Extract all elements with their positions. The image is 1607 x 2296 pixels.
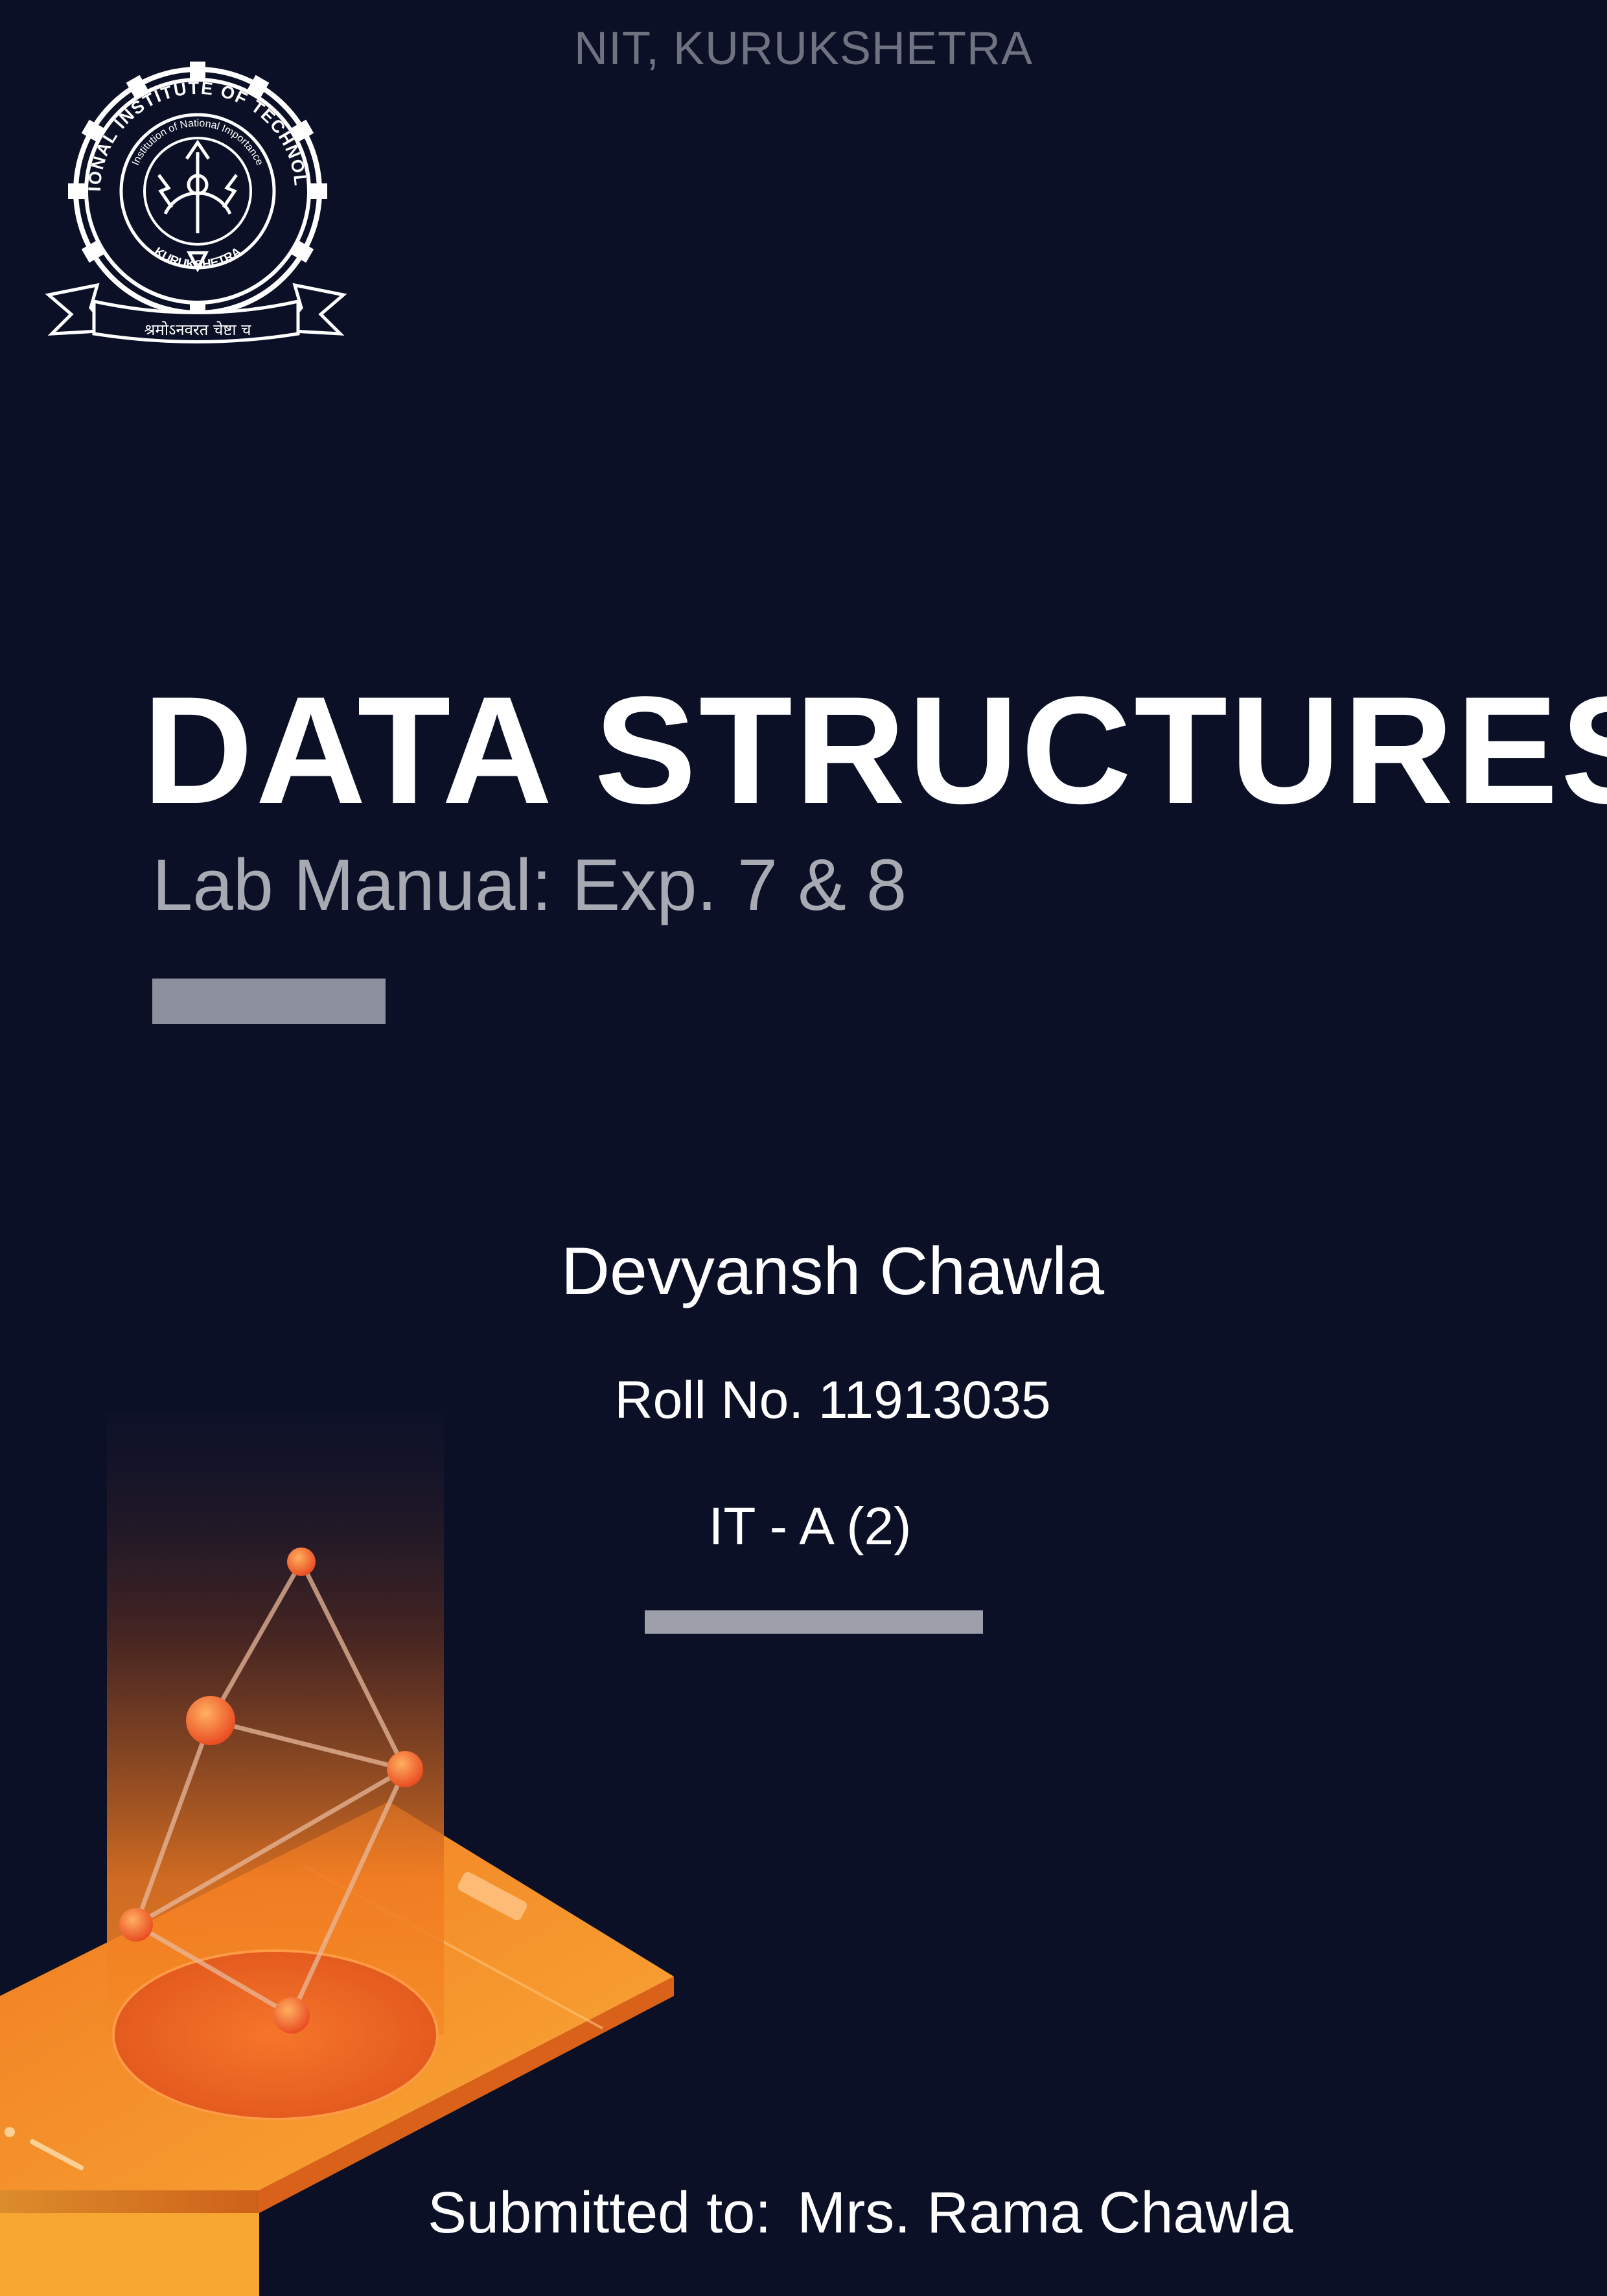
submitted-label: Submitted to: (428, 2181, 772, 2245)
student-name: Devyansh Chawla (561, 1234, 1105, 1309)
document-title: DATA STRUCTURES (143, 665, 1607, 836)
graph-node (186, 1696, 235, 1745)
graph-node (119, 1908, 153, 1942)
graph-node (273, 1997, 310, 2034)
title-divider (152, 979, 386, 1024)
network-illustration (0, 1413, 674, 2296)
submitted-to-line: Submitted to: Mrs. Rama Chawla (428, 2184, 1293, 2242)
submitted-to-name: Mrs. Rama Chawla (797, 2181, 1293, 2245)
graph-node (387, 1751, 423, 1787)
institute-logo: NATIONAL INSTITUTE OF TECHNOLOGY Institu… (39, 45, 347, 343)
logo-motto: श्रमोऽनवरत चेष्टा च (145, 321, 252, 339)
cover-page: NIT, KURUKSHETRA IONAL INSTITUTE OF TECH… (0, 0, 1607, 2296)
document-subtitle: Lab Manual: Exp. 7 & 8 (152, 844, 907, 925)
graph-node (287, 1548, 316, 1576)
